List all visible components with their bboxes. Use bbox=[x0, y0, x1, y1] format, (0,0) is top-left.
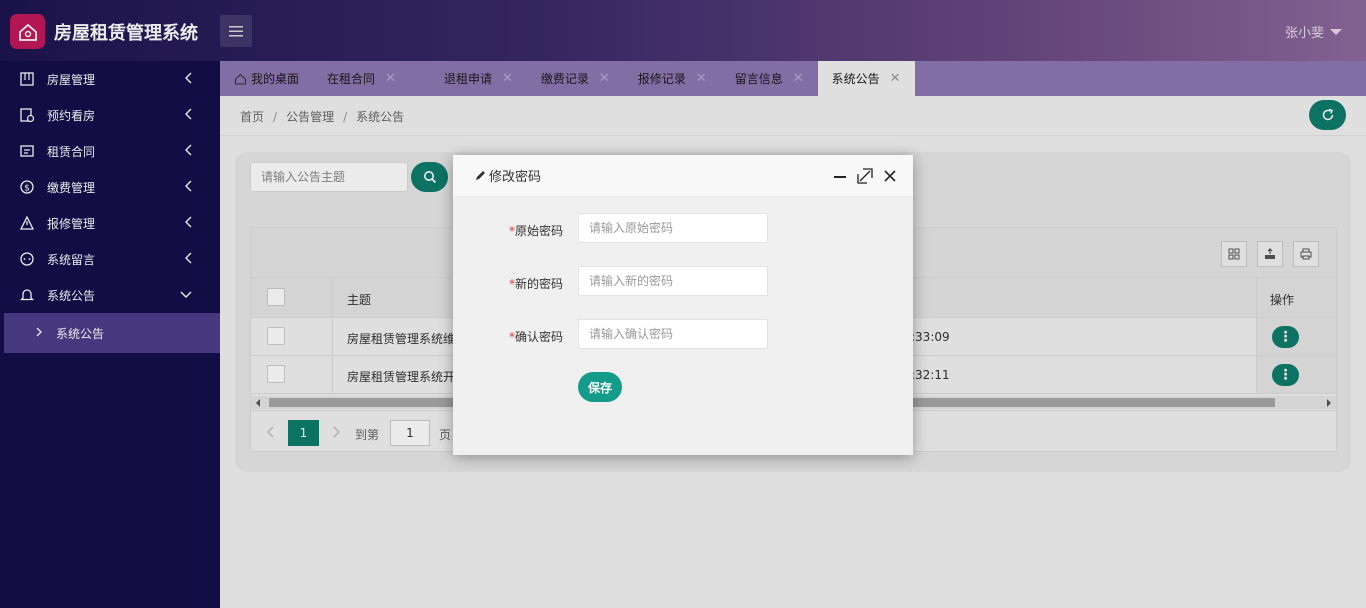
new-password-row: *新的密码 请输入新的密码 bbox=[453, 266, 913, 296]
pencil-icon bbox=[476, 171, 485, 180]
maximize-icon[interactable] bbox=[857, 168, 873, 184]
change-password-dialog: 修改密码 *原始密码 请输入原始密码 *新的密码 请输入新的密码 *确认密码 请… bbox=[453, 155, 913, 455]
close-icon[interactable] bbox=[883, 169, 897, 183]
dialog-title: 修改密码 bbox=[489, 170, 542, 185]
minimize-icon[interactable] bbox=[833, 169, 847, 183]
new-password-field[interactable]: 请输入新的密码 bbox=[578, 266, 768, 296]
confirm-password-label: *确认密码 bbox=[508, 330, 563, 344]
confirm-password-field[interactable]: 请输入确认密码 bbox=[578, 319, 768, 349]
confirm-password-row: *确认密码 请输入确认密码 bbox=[453, 319, 913, 349]
old-password-row: *原始密码 请输入原始密码 bbox=[453, 213, 913, 243]
save-button[interactable]: 保存 bbox=[578, 372, 622, 402]
old-password-field[interactable]: 请输入原始密码 bbox=[578, 213, 768, 243]
dialog-header: 修改密码 bbox=[453, 155, 913, 197]
old-password-label: *原始密码 bbox=[508, 224, 563, 238]
new-password-label: *新的密码 bbox=[508, 277, 563, 291]
